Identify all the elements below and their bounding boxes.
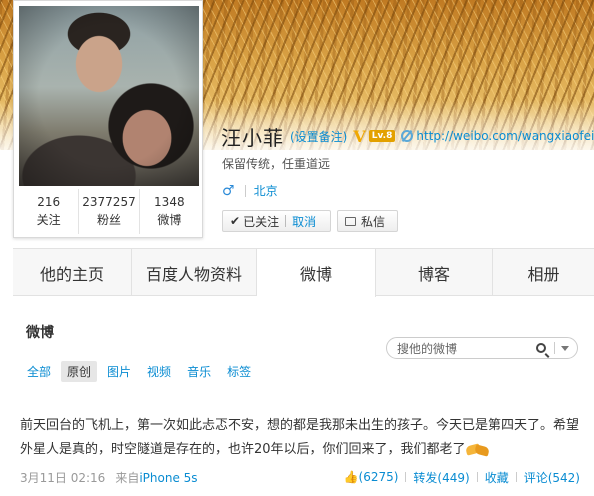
profile-name-row: 汪小菲 (设置备注) V Lv.8 http://weibo.com/wangx… bbox=[221, 124, 594, 150]
profile-bio: 保留传统，任重道远 bbox=[222, 157, 331, 171]
divider bbox=[405, 472, 407, 482]
tab-baidu-profile[interactable]: 百度人物资料 bbox=[132, 249, 257, 296]
avatar-card: 216 关注 2377257 粉丝 1348 微博 bbox=[13, 0, 203, 238]
divider bbox=[554, 342, 555, 354]
stat-posts[interactable]: 1348 微博 bbox=[140, 189, 199, 234]
level-badge-icon[interactable]: Lv.8 bbox=[368, 130, 396, 142]
message-icon bbox=[345, 216, 356, 226]
location-row: ♂ 北京 bbox=[222, 182, 278, 199]
post-text: 前天回台的飞机上，第一次如此忐忑不安，想的都是我那未出生的孩子。今天已是第四天了… bbox=[20, 418, 580, 457]
post-source: 来自iPhone 5s bbox=[115, 469, 197, 486]
followed-button[interactable]: ✔ 已关注 取消 bbox=[222, 210, 331, 232]
filter-music[interactable]: 音乐 bbox=[181, 361, 217, 382]
tab-weibo[interactable]: 微博 bbox=[257, 249, 376, 297]
stat-followers[interactable]: 2377257 粉丝 bbox=[79, 189, 140, 234]
feed-search[interactable]: 搜他的微博 bbox=[386, 337, 578, 359]
location-link[interactable]: 北京 bbox=[254, 182, 278, 199]
stat-following-count: 216 bbox=[37, 195, 61, 209]
stat-following[interactable]: 216 关注 bbox=[19, 189, 80, 234]
repost-button[interactable]: 转发(449) bbox=[413, 469, 469, 486]
check-icon: ✔ bbox=[230, 214, 241, 228]
stat-following-label: 关注 bbox=[36, 213, 61, 227]
post-meta: 3月11日 02:16 来自iPhone 5s 👍 (6275) 转发(449)… bbox=[20, 468, 580, 486]
feed-title: 微博 bbox=[26, 325, 54, 341]
set-remark-link[interactable]: (设置备注) bbox=[290, 128, 347, 145]
stat-followers-count: 2377257 bbox=[82, 195, 136, 209]
post-actions: 👍 (6275) 转发(449) 收藏 评论(542) bbox=[344, 469, 580, 486]
link-icon bbox=[401, 130, 414, 142]
comment-button[interactable]: 评论(542) bbox=[524, 469, 580, 486]
private-message-button[interactable]: 私信 bbox=[337, 210, 398, 232]
filter-videos[interactable]: 视频 bbox=[141, 361, 177, 382]
profile-name: 汪小菲 bbox=[221, 125, 284, 150]
thumbs-up-icon[interactable]: 👍 bbox=[344, 470, 359, 484]
followed-label: 已关注 bbox=[243, 214, 280, 229]
avatar[interactable] bbox=[19, 6, 199, 186]
stat-posts-count: 1348 bbox=[154, 195, 185, 209]
post-timestamp-link[interactable]: 3月11日 02:16 bbox=[20, 469, 105, 486]
post-source-link[interactable]: iPhone 5s bbox=[139, 471, 197, 485]
male-icon: ♂ bbox=[222, 182, 235, 199]
divider bbox=[285, 215, 287, 227]
profile-stats: 216 关注 2377257 粉丝 1348 微博 bbox=[19, 189, 199, 234]
divider bbox=[244, 184, 246, 197]
divider bbox=[476, 472, 478, 482]
handshake-emoji-icon bbox=[466, 443, 490, 457]
filter-all[interactable]: 全部 bbox=[21, 361, 57, 382]
tab-blog[interactable]: 博客 bbox=[376, 249, 493, 296]
search-icon[interactable] bbox=[536, 343, 546, 353]
private-message-label: 私信 bbox=[361, 214, 386, 229]
tab-album[interactable]: 相册 bbox=[493, 249, 594, 296]
profile-tabs: 他的主页 百度人物资料 微博 博客 相册 bbox=[13, 248, 594, 297]
filter-original[interactable]: 原创 bbox=[61, 361, 98, 382]
feed-filters: 全部 原创 图片 视频 音乐 标签 bbox=[21, 361, 261, 382]
post-source-prefix: 来自 bbox=[115, 470, 140, 485]
filter-tags[interactable]: 标签 bbox=[221, 361, 257, 382]
verified-v-icon[interactable]: V bbox=[353, 127, 365, 146]
search-input[interactable]: 搜他的微博 bbox=[397, 340, 536, 357]
chevron-down-icon[interactable] bbox=[561, 345, 569, 351]
like-button[interactable]: (6275) bbox=[359, 470, 399, 484]
tab-home[interactable]: 他的主页 bbox=[13, 249, 132, 296]
filter-images[interactable]: 图片 bbox=[101, 361, 137, 382]
unfollow-button[interactable]: 取消 bbox=[292, 213, 316, 230]
profile-actions: ✔ 已关注 取消 私信 bbox=[222, 210, 398, 232]
post-content: 前天回台的飞机上，第一次如此忐忑不安，想的都是我那未出生的孩子。今天已是第四天了… bbox=[20, 414, 580, 462]
homepage-url-link[interactable]: http://weibo.com/wangxiaofei bbox=[416, 129, 594, 143]
stat-posts-label: 微博 bbox=[157, 213, 182, 227]
stat-followers-label: 粉丝 bbox=[96, 213, 121, 227]
divider bbox=[515, 472, 517, 482]
favorite-button[interactable]: 收藏 bbox=[485, 469, 509, 486]
